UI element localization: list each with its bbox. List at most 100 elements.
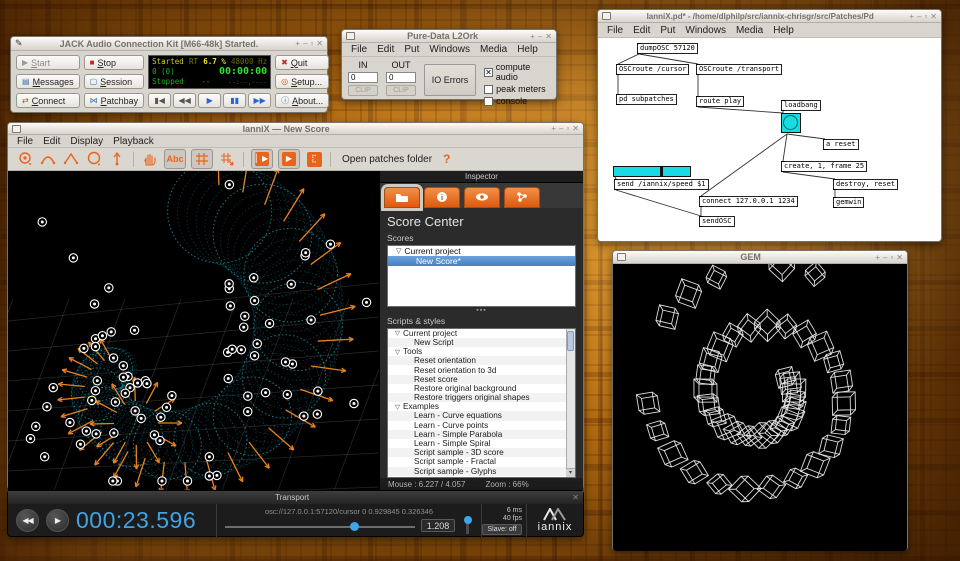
add-timeline-tool[interactable] [108, 150, 126, 168]
close-button[interactable]: ✕ [896, 253, 903, 262]
tab-network[interactable] [504, 187, 540, 208]
script-item-row[interactable]: Restore triggers original shapes [388, 393, 575, 402]
jack-session-button[interactable]: ▢Session [84, 74, 145, 89]
jack-about-button[interactable]: ⓘAbout... [275, 93, 329, 108]
pd-out-clip-button[interactable]: CLIP [386, 85, 416, 96]
score-item-row-selected[interactable]: New Score* [388, 256, 575, 266]
pd-out-meter[interactable]: 0 [386, 72, 416, 83]
scrollbar[interactable]: ▾ [566, 329, 575, 477]
maximize-button[interactable]: ▫ [310, 39, 313, 48]
menu-display[interactable]: Display [65, 136, 108, 147]
jack-stop-button[interactable]: ■Stop [84, 55, 145, 70]
script-item-row[interactable]: Learn - Simple Spiral [388, 439, 575, 448]
menu-put[interactable]: Put [399, 44, 424, 55]
pd-object-sendosc[interactable]: sendOSC [699, 216, 735, 227]
script-item-row[interactable]: New Script [388, 338, 575, 347]
disclosure-icon[interactable]: ▽ [395, 403, 400, 411]
shade-button[interactable]: + [875, 253, 880, 262]
pd-hslider[interactable] [613, 166, 691, 177]
pd-titlebar[interactable]: Pure-Data L2Ork + – ✕ [342, 30, 556, 43]
menu-file[interactable]: File [602, 25, 628, 36]
shade-button[interactable]: + [530, 32, 535, 41]
jack-play-button[interactable]: ▶ [198, 93, 221, 108]
script-item-row[interactable]: Script sample - Fractal [388, 457, 575, 466]
text-tool-button[interactable]: Abc [164, 149, 186, 169]
iannix-titlebar[interactable]: IanniX — New Score + – ▫ ✕ [8, 123, 583, 135]
pd-object-route-play[interactable]: route play [696, 96, 744, 107]
disclosure-icon[interactable]: ▽ [395, 329, 400, 337]
jack-start-button[interactable]: ▶Start [16, 55, 80, 70]
minimize-button[interactable]: – [559, 124, 563, 133]
rewind-button[interactable]: ◀◀ [16, 509, 39, 532]
scrollbar-thumb[interactable] [567, 331, 574, 351]
play-button[interactable]: ▶ [46, 509, 69, 532]
peak-meters-checkbox[interactable] [484, 85, 493, 94]
script-item-row[interactable]: Learn - Curve equations [388, 411, 575, 420]
tab-score-center[interactable] [384, 187, 420, 208]
jack-patchbay-button[interactable]: ⋈Patchbay [84, 93, 145, 108]
pd-message-connect[interactable]: connect 127.0.0.1 1234 [699, 196, 798, 207]
add-straight-curve-tool[interactable] [62, 150, 80, 168]
script-item-row[interactable]: Script sample - 3D score [388, 448, 575, 457]
add-trigger-tool[interactable] [16, 150, 34, 168]
script-item-row[interactable]: Script sample - Glyphs [388, 467, 575, 476]
menu-media[interactable]: Media [731, 25, 768, 36]
maximize-button[interactable]: ▫ [890, 253, 893, 262]
pd-message-destroy-reset[interactable]: destroy, reset [833, 179, 898, 190]
pd-object-loadbang[interactable]: loadbang [781, 100, 821, 111]
jack-rewind-start-button[interactable]: ▮◀ [148, 93, 171, 108]
script-item-row[interactable]: Reset orientation to 3d [388, 365, 575, 374]
console-checkbox[interactable] [484, 97, 493, 106]
script-item-row[interactable]: Learn - Simple Parabola [388, 430, 575, 439]
mini-slider-thumb[interactable] [464, 516, 472, 524]
score-group-row[interactable]: ▽Current project [388, 246, 575, 256]
pd-message-a-reset[interactable]: a reset [823, 139, 859, 150]
grid-toggle-button[interactable] [191, 149, 213, 169]
disclosure-icon[interactable]: ▽ [395, 348, 400, 356]
pd-io-errors-button[interactable]: IO Errors [424, 64, 476, 96]
jack-quit-button[interactable]: ✖Quit [275, 55, 329, 70]
shade-button[interactable]: + [551, 124, 556, 133]
menu-windows[interactable]: Windows [424, 44, 475, 55]
menu-edit[interactable]: Edit [38, 136, 65, 147]
jack-setup-button[interactable]: ◎Setup... [275, 74, 329, 89]
position-slider[interactable] [225, 526, 415, 528]
pd-object-dumposc[interactable]: dumpOSC 57120 [637, 43, 698, 54]
add-circle-tool[interactable] [85, 150, 103, 168]
menu-help[interactable]: Help [768, 25, 799, 36]
scrollbar-down-arrow[interactable]: ▾ [566, 468, 575, 477]
jack-connect-button[interactable]: ⇄Connect [16, 93, 80, 108]
shape-resize-button[interactable]: ⣏ [305, 150, 323, 168]
menu-file[interactable]: File [12, 136, 38, 147]
hand-pan-tool[interactable] [141, 150, 159, 168]
script-group-row[interactable]: ▽Examples [388, 402, 575, 411]
minimize-button[interactable]: – [917, 12, 921, 21]
minimize-button[interactable]: – [303, 39, 307, 48]
jack-titlebar[interactable]: ✎ JACK Audio Connection Kit [M66-48k] St… [11, 37, 327, 51]
jack-pause-button[interactable]: ▮▮ [223, 93, 246, 108]
gem-titlebar[interactable]: GEM + – ▫ ✕ [613, 251, 907, 264]
jack-forward-button[interactable]: ▶▶ [248, 93, 271, 108]
add-smooth-curve-tool[interactable] [39, 150, 57, 168]
tab-info[interactable]: i [424, 187, 460, 208]
tab-resources[interactable] [464, 187, 500, 208]
close-button[interactable]: ✕ [572, 124, 579, 133]
menu-edit[interactable]: Edit [372, 44, 399, 55]
help-button[interactable]: ? [443, 152, 450, 166]
cursor-playback-button[interactable]: ▏▶ [251, 149, 273, 169]
shade-button[interactable]: + [909, 12, 914, 21]
script-item-row[interactable]: Reset score [388, 375, 575, 384]
compute-audio-checkbox[interactable]: ✕ [484, 68, 493, 77]
maximize-button[interactable]: ▫ [566, 124, 569, 133]
close-button[interactable]: ✕ [316, 39, 323, 48]
pd-in-meter[interactable]: 0 [348, 72, 378, 83]
script-item-row[interactable]: Reset orientation [388, 356, 575, 365]
maximize-button[interactable]: ▫ [924, 12, 927, 21]
pd-message-send-speed[interactable]: send /iannix/speed $1 [614, 179, 709, 190]
script-item-row[interactable]: Learn - Curve points [388, 421, 575, 430]
transport-titlebar[interactable]: Transport ✕ [8, 491, 583, 504]
script-group-row[interactable]: ▽Current project [388, 329, 575, 338]
slider-handle[interactable] [660, 167, 663, 176]
pd-object-gemwin[interactable]: gemwin [833, 197, 864, 208]
slave-toggle-button[interactable]: Slave: off [482, 524, 522, 535]
